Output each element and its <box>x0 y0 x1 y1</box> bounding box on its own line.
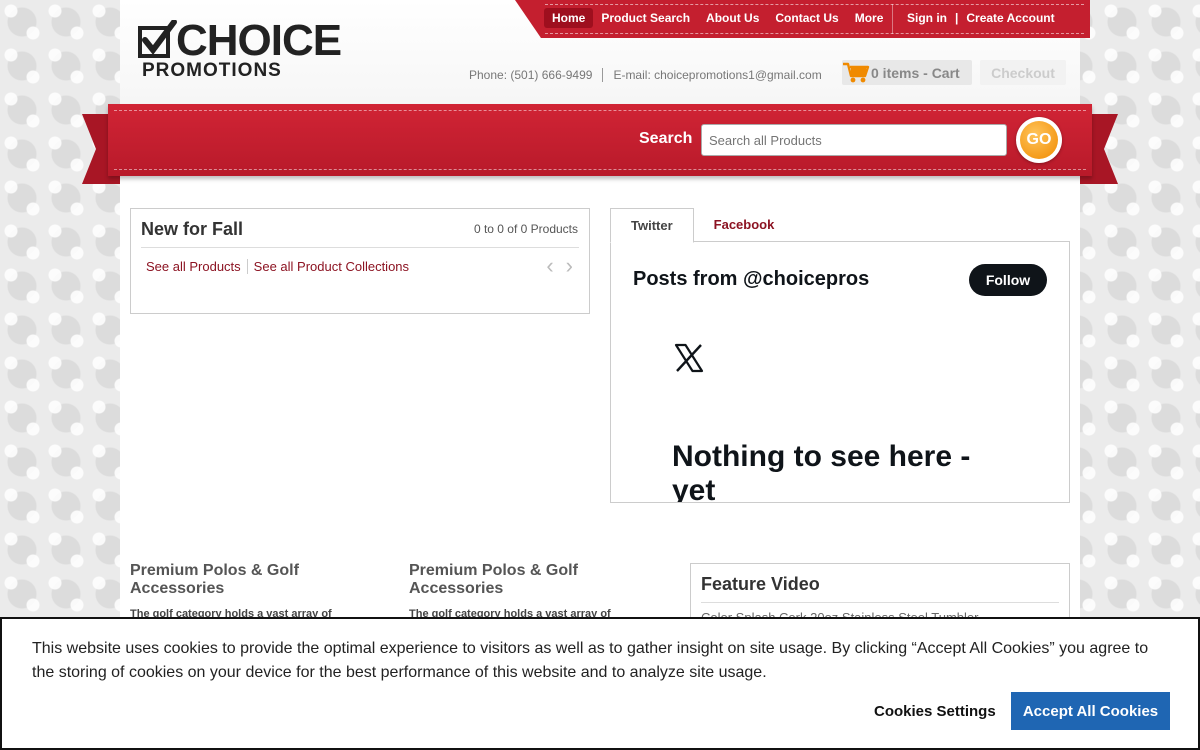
cookie-banner: This website uses cookies to provide the… <box>0 617 1200 750</box>
cookies-settings-button[interactable]: Cookies Settings <box>874 703 996 720</box>
sign-in-link[interactable]: Sign in <box>899 8 955 28</box>
new-for-fall-panel: New for Fall 0 to 0 of 0 Products See al… <box>130 208 590 314</box>
checkout-button[interactable]: Checkout <box>980 60 1066 85</box>
main-nav: Home Product Search About Us Contact Us … <box>544 8 891 28</box>
site-logo[interactable]: CHOICE PROMOTIONS <box>138 16 343 82</box>
product-count: 0 to 0 of 0 Products <box>473 222 578 236</box>
cart-label: 0 items - Cart <box>871 64 960 81</box>
nav-about-us[interactable]: About Us <box>698 8 767 28</box>
promo-card: Premium Polos & Golf Accessories The gol… <box>130 562 360 620</box>
search-go-button[interactable]: GO <box>1016 117 1062 163</box>
tab-twitter[interactable]: Twitter <box>610 208 694 243</box>
new-for-fall-links: See all Products See all Product Collect… <box>146 259 409 274</box>
cart-button[interactable]: 0 items - Cart <box>842 60 972 85</box>
divider <box>141 247 579 248</box>
nav-divider <box>892 4 893 34</box>
create-account-link[interactable]: Create Account <box>958 8 1062 28</box>
feature-video-title: Feature Video <box>701 574 820 594</box>
social-panel: Twitter Facebook Posts from @choicepros … <box>610 208 1070 503</box>
promo-title[interactable]: Premium Polos & Golf Accessories <box>409 562 639 598</box>
promo-card: Premium Polos & Golf Accessories The gol… <box>409 562 639 620</box>
nav-contact-us[interactable]: Contact Us <box>767 8 846 28</box>
account-links: Sign in | Create Account <box>899 8 1063 28</box>
carousel-arrows: ‹ › <box>546 255 573 277</box>
email-address[interactable]: E-mail: choicepromotions1@gmail.com <box>603 68 821 82</box>
feed-title: Posts from @choicepros <box>633 268 870 290</box>
chevron-right-icon[interactable]: › <box>566 255 573 277</box>
feed-empty-message: Nothing to see here - yet <box>672 440 971 503</box>
twitter-feed: Posts from @choicepros Follow Nothing to… <box>610 241 1070 503</box>
chevron-left-icon[interactable]: ‹ <box>546 255 553 277</box>
promo-title[interactable]: Premium Polos & Golf Accessories <box>130 562 360 598</box>
see-all-products-link[interactable]: See all Products <box>146 259 248 274</box>
logo-word-promotions: PROMOTIONS <box>142 60 282 81</box>
phone-number: Phone: (501) 666-9499 <box>469 68 604 82</box>
x-logo-icon <box>674 343 704 373</box>
nav-more[interactable]: More <box>847 8 892 28</box>
header: CHOICE PROMOTIONS Home Product Search Ab… <box>120 0 1090 104</box>
shopping-cart-icon <box>843 62 870 82</box>
divider <box>701 602 1059 603</box>
social-tabs: Twitter Facebook <box>610 208 795 243</box>
checkbox-check-icon <box>138 20 177 58</box>
nav-home[interactable]: Home <box>544 8 594 28</box>
follow-button[interactable]: Follow <box>969 264 1047 296</box>
logo-word-choice: CHOICE <box>176 16 342 65</box>
see-all-collections-link[interactable]: See all Product Collections <box>248 259 409 274</box>
search-label: Search <box>639 130 693 147</box>
accept-all-cookies-button[interactable]: Accept All Cookies <box>1011 692 1170 730</box>
new-for-fall-title: New for Fall <box>141 219 244 239</box>
search-input[interactable] <box>701 124 1007 156</box>
cookie-message: This website uses cookies to provide the… <box>32 640 1149 681</box>
tab-facebook[interactable]: Facebook <box>694 208 795 241</box>
nav-product-search[interactable]: Product Search <box>593 8 698 28</box>
go-label: GO <box>1020 121 1058 159</box>
contact-info: Phone: (501) 666-9499 E-mail: choiceprom… <box>469 68 822 82</box>
